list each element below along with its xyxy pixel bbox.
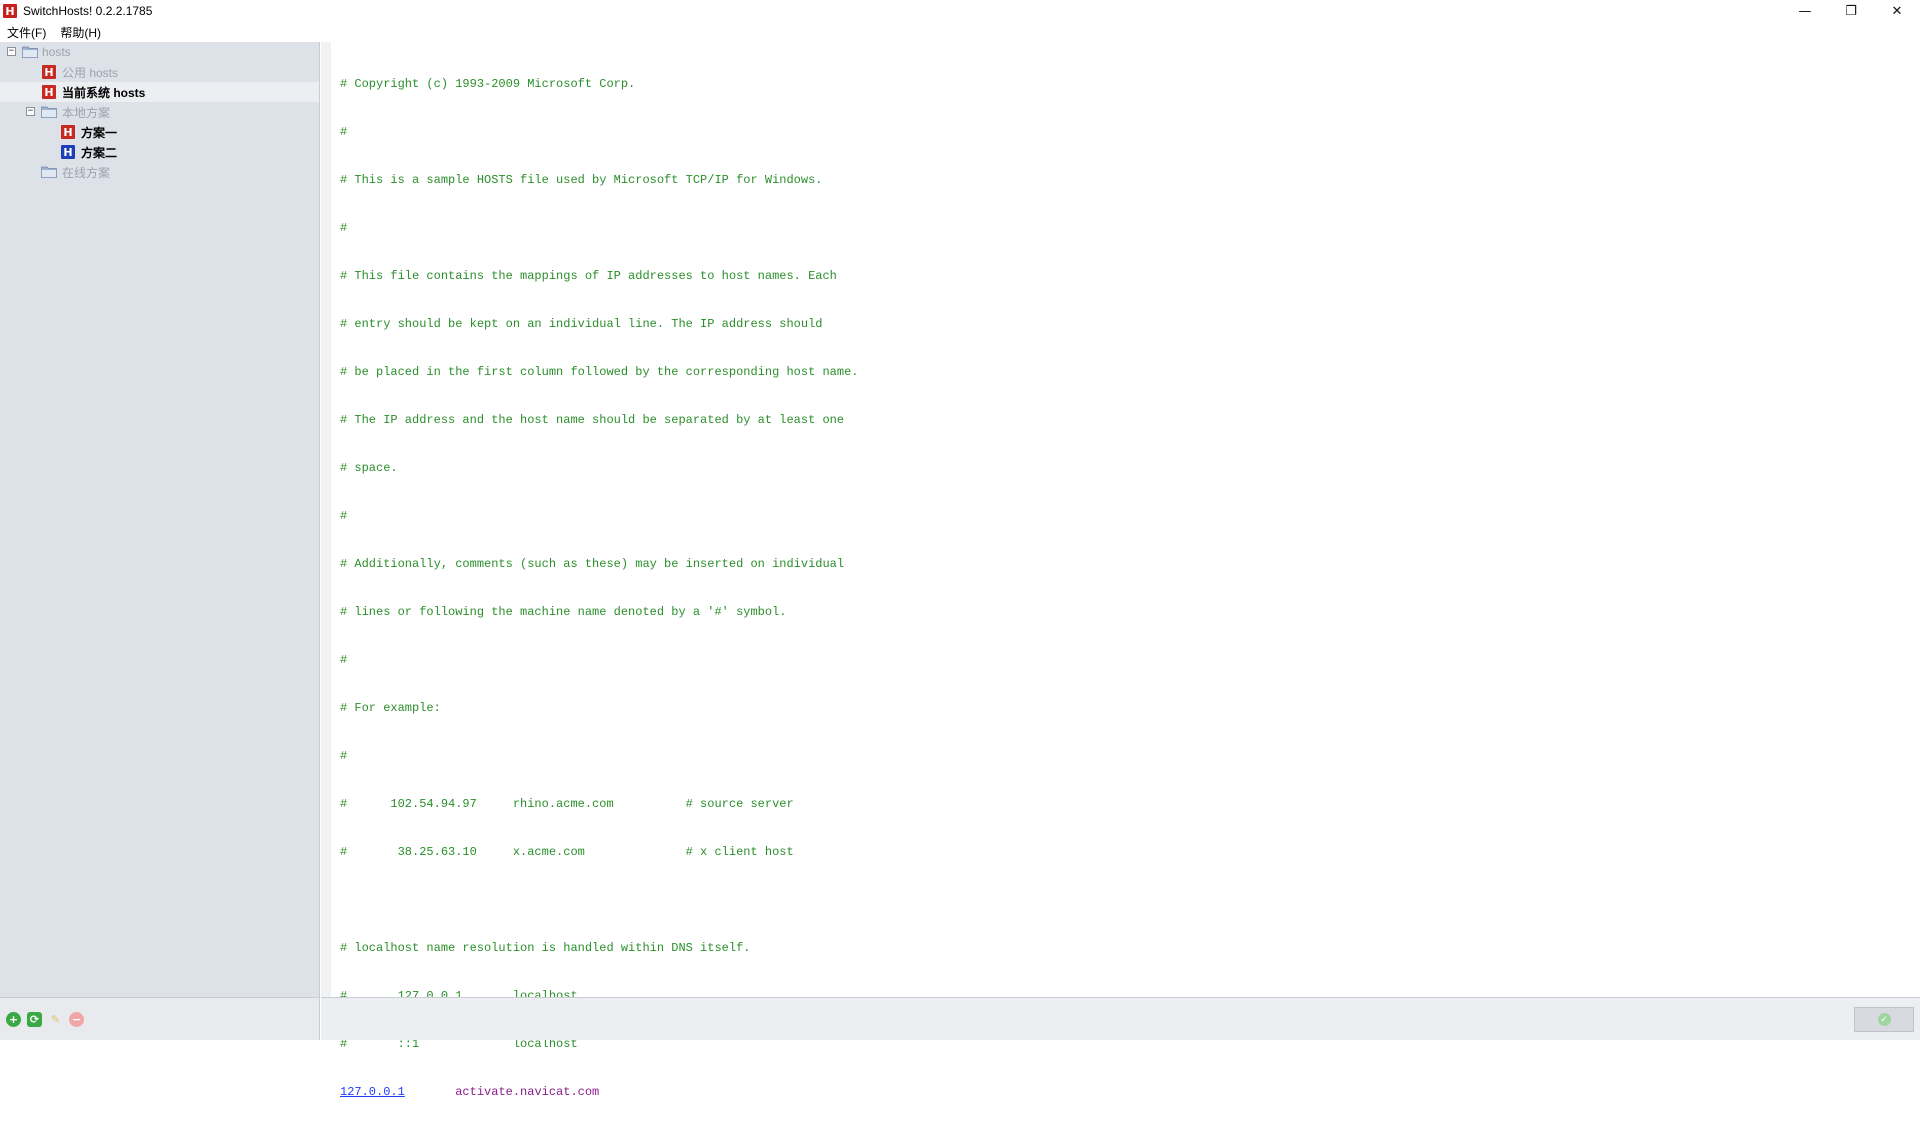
menu-file[interactable]: 文件(F) — [0, 24, 53, 41]
folder-icon — [41, 106, 57, 118]
folder-icon — [41, 166, 57, 178]
code-line: # 102.54.94.97 rhino.acme.com # source s… — [340, 797, 794, 811]
tree-item-hosts[interactable]: − hosts — [0, 42, 319, 62]
sidebar-toolbar: + ⟳ ✎ − — [0, 997, 320, 1040]
folder-icon — [22, 46, 38, 58]
tree-item-label: 方案二 — [81, 145, 118, 160]
tree-item-scheme-one[interactable]: H 方案一 — [0, 122, 319, 142]
edit-icon[interactable]: ✎ — [48, 1012, 63, 1027]
tree-item-label: 公用 hosts — [62, 65, 119, 80]
code-line: # localhost name resolution is handled w… — [340, 941, 751, 955]
collapse-toggle-icon[interactable]: − — [7, 47, 16, 56]
code-line: # — [340, 653, 348, 667]
collapse-toggle-icon[interactable]: − — [26, 107, 35, 116]
refresh-icon[interactable]: ⟳ — [27, 1011, 42, 1027]
menu-help[interactable]: 帮助(H) — [53, 24, 108, 41]
code-line: # Copyright (c) 1993-2009 Microsoft Corp… — [340, 77, 636, 91]
code-line: # entry should be kept on an individual … — [340, 317, 823, 331]
ip-address-link[interactable]: 127.0.0.1 — [340, 1085, 405, 1099]
tree-item-online-schemes[interactable]: 在线方案 — [0, 162, 319, 182]
tree-item-label: 当前系统 hosts — [62, 85, 146, 100]
code-line: # space. — [340, 461, 398, 475]
entry-domain: activate.navicat.com — [455, 1085, 600, 1099]
code-line: # 38.25.63.10 x.acme.com # x client host — [340, 845, 794, 859]
sidebar-tree: − hosts H 公用 hosts H 当前系统 hosts − 本地方案 H… — [0, 42, 320, 997]
tree-item-label: 在线方案 — [62, 165, 111, 180]
code-line: # — [340, 221, 348, 235]
tree-item-label: hosts — [42, 45, 71, 59]
window-title: SwitchHosts! 0.2.2.1785 — [23, 4, 153, 18]
entry-gap — [405, 1085, 455, 1099]
code-line: # — [340, 509, 348, 523]
code-line: # This is a sample HOSTS file used by Mi… — [340, 173, 823, 187]
restore-button[interactable]: ❐ — [1828, 0, 1874, 22]
delete-icon[interactable]: − — [69, 1011, 84, 1027]
add-icon[interactable]: + — [6, 1011, 21, 1027]
check-icon: ✓ — [1877, 1013, 1891, 1026]
tree-item-label: 方案一 — [81, 125, 118, 140]
hosts-file-icon: H — [61, 125, 75, 139]
code-line: # — [340, 125, 348, 139]
code-line: # The IP address and the host name shoul… — [340, 413, 845, 427]
hosts-file-icon: H — [61, 145, 75, 159]
minimize-button[interactable]: — — [1782, 0, 1828, 22]
tree-item-local-schemes[interactable]: − 本地方案 — [0, 102, 319, 122]
tree-item-scheme-two[interactable]: H 方案二 — [0, 142, 319, 162]
status-bar: ✓ — [321, 997, 1920, 1040]
menu-bar: 文件(F) 帮助(H) — [0, 22, 1920, 42]
code-line: # lines or following the machine name de… — [340, 605, 787, 619]
tree-item-common-hosts[interactable]: H 公用 hosts — [0, 62, 319, 82]
tree-item-label: 本地方案 — [62, 105, 111, 120]
hosts-content[interactable]: # Copyright (c) 1993-2009 Microsoft Corp… — [340, 44, 858, 1132]
close-button[interactable]: ✕ — [1874, 0, 1920, 22]
code-line: # Additionally, comments (such as these)… — [340, 557, 845, 571]
hosts-entry-line: 127.0.0.1 activate.navicat.com — [340, 1084, 858, 1100]
code-line: # — [340, 749, 348, 763]
title-bar: H SwitchHosts! 0.2.2.1785 — ❐ ✕ — [0, 0, 1920, 22]
code-line: # For example: — [340, 701, 441, 715]
apply-button[interactable]: ✓ — [1854, 1007, 1914, 1032]
hosts-editor[interactable]: # Copyright (c) 1993-2009 Microsoft Corp… — [321, 42, 1920, 1099]
hosts-file-icon: H — [42, 65, 56, 79]
app-logo-icon: H — [3, 4, 17, 18]
hosts-file-icon: H — [42, 85, 56, 99]
tree-item-current-system-hosts[interactable]: H 当前系统 hosts — [0, 82, 319, 102]
code-line: # This file contains the mappings of IP … — [340, 269, 837, 283]
code-line: # be placed in the first column followed… — [340, 365, 859, 379]
window-controls: — ❐ ✕ — [1782, 0, 1920, 22]
